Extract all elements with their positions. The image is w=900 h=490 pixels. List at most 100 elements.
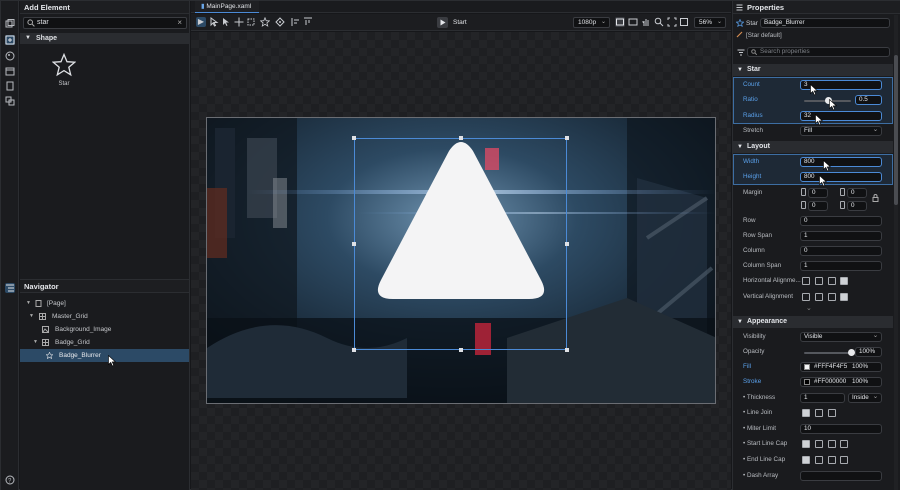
join-miter-icon[interactable] bbox=[802, 409, 810, 417]
help-icon[interactable]: ? bbox=[5, 475, 15, 485]
align-middle-icon[interactable] bbox=[815, 293, 823, 301]
align-left-icon[interactable] bbox=[291, 17, 301, 27]
cap-triangle-icon[interactable] bbox=[840, 456, 848, 464]
paint-icon[interactable] bbox=[275, 17, 285, 27]
align-center-icon[interactable] bbox=[815, 277, 823, 285]
zoom-dropdown[interactable]: 56% ⌄ bbox=[694, 17, 726, 28]
section-star[interactable]: ▼ Star bbox=[733, 64, 893, 76]
opacity-input[interactable]: 100% bbox=[855, 347, 882, 357]
opacity-slider-track[interactable] bbox=[804, 352, 851, 354]
cap-flat-icon[interactable] bbox=[802, 456, 810, 464]
stretch-dropdown[interactable]: Fill ⌄ bbox=[800, 126, 882, 136]
add-element-icon[interactable] bbox=[5, 35, 15, 45]
fullscreen-icon[interactable] bbox=[679, 17, 689, 27]
cap-flat-icon[interactable] bbox=[802, 440, 810, 448]
miter-limit-input[interactable]: 10 bbox=[800, 424, 882, 434]
tree-item-page[interactable]: ▼ [Page] bbox=[20, 297, 189, 310]
settings-icon[interactable] bbox=[5, 96, 15, 106]
radius-input[interactable]: 32 bbox=[800, 111, 882, 121]
height-input[interactable]: 800 bbox=[800, 172, 882, 182]
design-canvas[interactable] bbox=[191, 32, 731, 490]
scrollbar-thumb[interactable] bbox=[894, 55, 898, 205]
zoom-icon[interactable] bbox=[654, 17, 664, 27]
tab-mainpage[interactable]: ▮ MainPage.xaml bbox=[195, 1, 260, 13]
margin-top-input[interactable]: 0 bbox=[808, 201, 828, 211]
background-image[interactable] bbox=[206, 117, 716, 404]
align-stretch-icon[interactable] bbox=[840, 293, 848, 301]
cap-round-icon[interactable] bbox=[828, 456, 836, 464]
prop-row-span: Row Span 1 bbox=[733, 229, 893, 243]
opacity-slider-knob[interactable] bbox=[848, 349, 855, 356]
margin-bottom-input[interactable]: 0 bbox=[847, 201, 867, 211]
star-element-item[interactable]: Star bbox=[44, 52, 84, 87]
align-right-icon[interactable] bbox=[828, 277, 836, 285]
style-label[interactable]: [Star default] bbox=[746, 32, 782, 39]
cap-square-icon[interactable] bbox=[815, 456, 823, 464]
expand-more-icon[interactable]: ⌄ bbox=[806, 304, 812, 312]
margin-right-input[interactable]: 0 bbox=[847, 188, 867, 198]
fill-color-swatch[interactable] bbox=[804, 364, 810, 370]
align-left-icon[interactable] bbox=[802, 277, 810, 285]
navigator-icon[interactable] bbox=[5, 283, 15, 293]
join-round-icon[interactable] bbox=[828, 409, 836, 417]
row-span-input[interactable]: 1 bbox=[800, 231, 882, 241]
stroke-color-swatch[interactable] bbox=[804, 379, 810, 385]
navigator-panel: Navigator ▼ [Page] ▼ Master_Grid Backgroun… bbox=[20, 279, 190, 490]
column-input[interactable]: 0 bbox=[800, 246, 882, 256]
move-icon[interactable] bbox=[234, 17, 244, 27]
element-name-input[interactable]: Badge_Blurrer bbox=[760, 18, 890, 28]
visibility-dropdown[interactable]: Visible ⌄ bbox=[800, 332, 882, 342]
align-top-icon[interactable] bbox=[303, 17, 313, 27]
fill-input[interactable]: #FFF4F4F5 100% bbox=[800, 362, 882, 372]
prop-label: Column Span bbox=[743, 262, 782, 269]
margin-top-icon bbox=[801, 201, 806, 209]
clear-search-icon[interactable]: × bbox=[177, 18, 182, 27]
hand-icon[interactable] bbox=[641, 17, 651, 27]
tree-item-badge-blurrer[interactable]: Badge_Blurrer bbox=[20, 349, 189, 362]
cap-triangle-icon[interactable] bbox=[840, 440, 848, 448]
group-shape[interactable]: ▼ Shape bbox=[20, 33, 190, 44]
transform-icon[interactable] bbox=[246, 17, 256, 27]
section-layout[interactable]: ▼ Layout bbox=[733, 141, 893, 153]
start-label: Start bbox=[453, 19, 467, 26]
width-input[interactable]: 800 bbox=[800, 157, 882, 167]
tree-item-master-grid[interactable]: ▼ Master_Grid bbox=[20, 310, 189, 323]
align-top-icon[interactable] bbox=[802, 293, 810, 301]
row-input[interactable]: 0 bbox=[800, 216, 882, 226]
tree-item-background-image[interactable]: Background_Image bbox=[20, 323, 189, 336]
property-search-input[interactable]: Search properties bbox=[747, 47, 890, 57]
direct-select-icon[interactable] bbox=[221, 17, 231, 27]
column-span-input[interactable]: 1 bbox=[800, 261, 882, 271]
section-appearance[interactable]: ▼ Appearance bbox=[733, 316, 893, 328]
margin-left-input[interactable]: 0 bbox=[808, 188, 828, 198]
align-stretch-icon[interactable] bbox=[840, 277, 848, 285]
layers-icon[interactable] bbox=[5, 19, 15, 29]
prop-row: Row 0 bbox=[733, 214, 893, 228]
stroke-input[interactable]: #FF000000 100% bbox=[800, 377, 882, 387]
cap-round-icon[interactable] bbox=[828, 440, 836, 448]
properties-scrollbar[interactable] bbox=[894, 15, 898, 490]
element-search-input[interactable]: star × bbox=[23, 17, 187, 29]
prop-radius: Radius 32 bbox=[733, 109, 893, 123]
device-icon[interactable] bbox=[615, 17, 625, 27]
thickness-input[interactable]: 1 bbox=[800, 393, 845, 403]
filter-icon[interactable] bbox=[737, 49, 745, 56]
palette-icon[interactable] bbox=[5, 51, 15, 61]
fit-icon[interactable] bbox=[667, 17, 677, 27]
thickness-mode-dropdown[interactable]: Inside ⌄ bbox=[848, 393, 882, 403]
cap-square-icon[interactable] bbox=[815, 440, 823, 448]
files-icon[interactable] bbox=[5, 81, 15, 91]
tree-item-badge-grid[interactable]: ▼ Badge_Grid bbox=[20, 336, 189, 349]
media-icon[interactable] bbox=[5, 66, 15, 76]
star-tool-icon[interactable] bbox=[259, 16, 271, 27]
join-bevel-icon[interactable] bbox=[815, 409, 823, 417]
play-icon[interactable]: ▶ bbox=[196, 17, 206, 27]
dash-array-input[interactable] bbox=[800, 471, 882, 481]
resolution-dropdown[interactable]: 1080p ⌄ bbox=[573, 17, 610, 28]
screen-icon[interactable] bbox=[628, 17, 638, 27]
lock-icon[interactable] bbox=[872, 194, 879, 202]
align-bottom-icon[interactable] bbox=[828, 293, 836, 301]
select-icon[interactable] bbox=[209, 17, 219, 27]
star-shape[interactable] bbox=[355, 139, 567, 350]
ratio-input[interactable]: 0.5 bbox=[855, 95, 882, 105]
